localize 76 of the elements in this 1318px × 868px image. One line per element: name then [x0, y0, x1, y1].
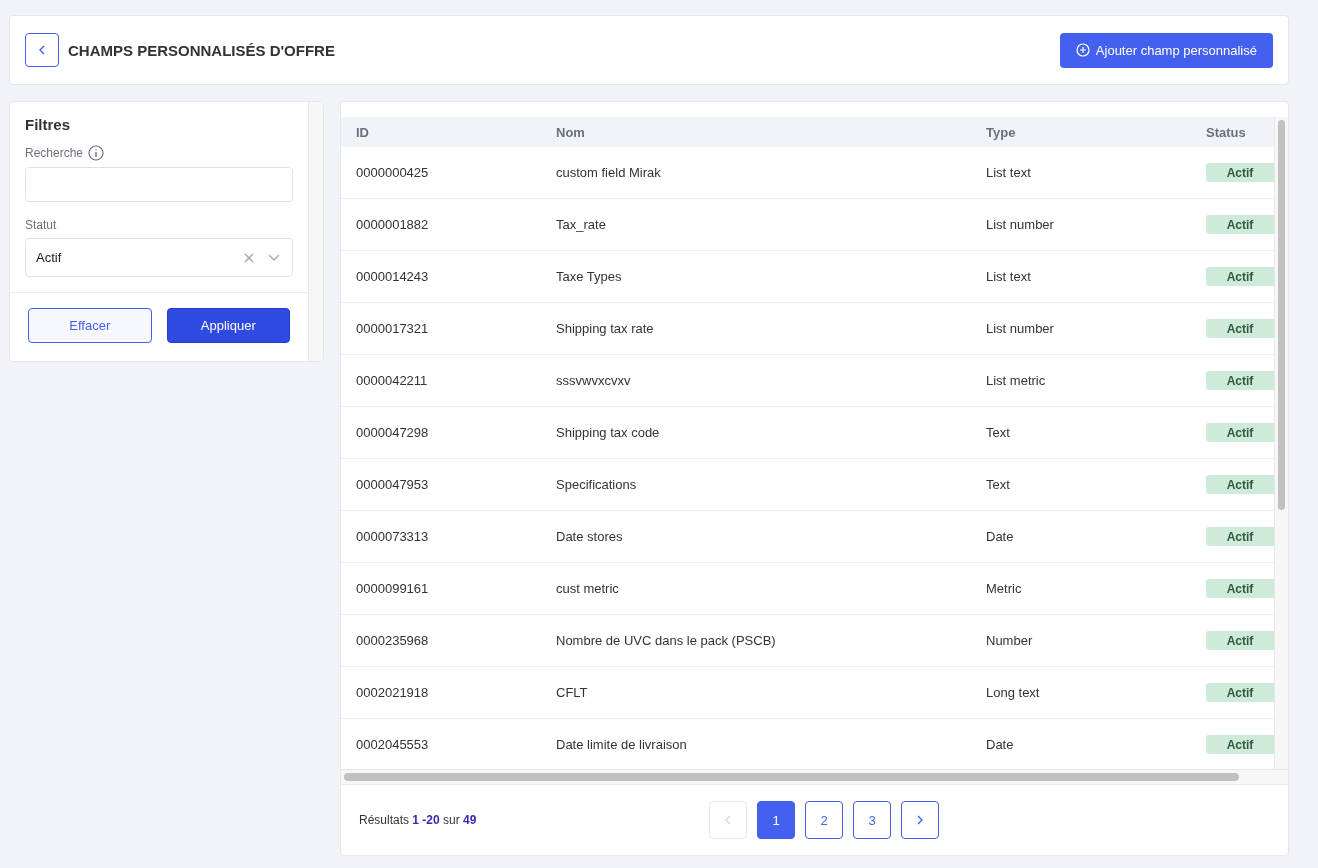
search-field[interactable]	[25, 167, 293, 202]
horizontal-scrollbar-thumb[interactable]	[344, 773, 1239, 781]
id-cell-text: 0000047298	[356, 425, 430, 440]
status-badge: Actif	[1206, 527, 1274, 546]
column-header: Type	[986, 124, 1017, 140]
search-label: Recherche	[25, 146, 84, 160]
status-badge: Actif	[1206, 319, 1274, 338]
page-button[interactable]: 3	[853, 801, 891, 839]
results-summary: Résultats 1 -20 sur 49	[359, 813, 478, 827]
id-cell-text: 0000073313	[356, 529, 430, 544]
status-badge: Actif	[1206, 735, 1274, 754]
id-cell-text: 0000047953	[356, 477, 430, 492]
type-cell-text: List text	[986, 269, 1032, 284]
left-chevron-icon	[723, 815, 733, 825]
info-icon	[88, 145, 105, 161]
id-cell-text: 0000235968	[356, 633, 430, 648]
name-cell-text: custom field Mirak	[556, 165, 662, 180]
name-cell-text: Nombre de UVC dans le pack (PSCB)	[556, 633, 777, 648]
id-cell-text: 0000017321	[356, 321, 430, 336]
status-badge: Actif	[1206, 683, 1274, 702]
apply-button[interactable]: Appliquer	[166, 308, 290, 343]
status-select[interactable]: Actif	[25, 238, 293, 277]
clear-icon[interactable]	[244, 252, 254, 263]
status-badge: Actif	[1206, 631, 1274, 650]
id-cell-text: 0000014243	[356, 269, 430, 284]
type-cell-text: Number	[986, 633, 1034, 648]
type-cell-text: List text	[986, 165, 1032, 180]
id-cell-text: 0002045553	[356, 737, 430, 752]
filters-title: Filtres	[25, 116, 71, 133]
type-cell-text: List number	[986, 321, 1055, 336]
right-chevron-icon	[915, 815, 925, 825]
page-title: CHAMPS PERSONNALISÉS D'OFFRE	[68, 41, 336, 59]
back-button[interactable]	[25, 33, 59, 67]
page-button[interactable]: 2	[805, 801, 843, 839]
name-cell-text: Shipping tax rate	[556, 321, 655, 336]
name-cell-text: Shipping tax code	[556, 425, 661, 440]
name-cell-text: Tax_rate	[556, 217, 607, 232]
status-badge: Actif	[1206, 475, 1274, 494]
id-cell-text: 0002021918	[356, 685, 430, 700]
id-cell-text: 0000001882	[356, 217, 430, 232]
name-cell-text: Taxe Types	[556, 269, 623, 284]
clear-button[interactable]: Effacer	[28, 308, 152, 343]
column-header: Status	[1206, 124, 1247, 140]
status-label: Statut	[25, 218, 57, 232]
caret-icon	[268, 253, 280, 262]
type-cell-text: Text	[986, 425, 1011, 440]
type-cell-text: Text	[986, 477, 1011, 492]
name-cell-text: sssvwvxcvxv	[556, 373, 632, 388]
id-cell-text: 0000000425	[356, 165, 430, 180]
type-cell-text: List metric	[986, 373, 1047, 388]
type-cell-text: Date	[986, 529, 1015, 544]
type-cell-text: Long text	[986, 685, 1041, 700]
next-page-button[interactable]	[901, 801, 939, 839]
name-cell-text: cust metric	[556, 581, 620, 596]
column-header: Nom	[556, 124, 586, 140]
id-cell-text: 0000042211	[356, 373, 429, 388]
status-badge: Actif	[1206, 163, 1274, 182]
name-cell-text: Date limite de livraison	[556, 737, 688, 752]
name-cell-text: Specifications	[556, 477, 638, 492]
status-badge: Actif	[1206, 371, 1274, 390]
vertical-scrollbar-thumb[interactable]	[1278, 120, 1285, 510]
add-custom-field-button[interactable]: Ajouter champ personnalisé	[1059, 32, 1273, 68]
name-cell-text: CFLT	[556, 685, 589, 700]
column-header: ID	[356, 124, 370, 140]
status-badge: Actif	[1206, 267, 1274, 286]
status-badge: Actif	[1206, 215, 1274, 234]
id-cell-text: 0000099161	[356, 581, 430, 596]
left-chevron-icon	[37, 45, 47, 55]
type-cell-text: Date	[986, 737, 1015, 752]
plus-circle-icon	[1075, 43, 1090, 57]
type-cell-text: Metric	[986, 581, 1023, 596]
status-badge: Actif	[1206, 579, 1274, 598]
type-cell-text: List number	[986, 217, 1055, 232]
name-cell-text: Date stores	[556, 529, 624, 544]
page-button[interactable]: 1	[757, 801, 795, 839]
status-badge: Actif	[1206, 423, 1274, 442]
